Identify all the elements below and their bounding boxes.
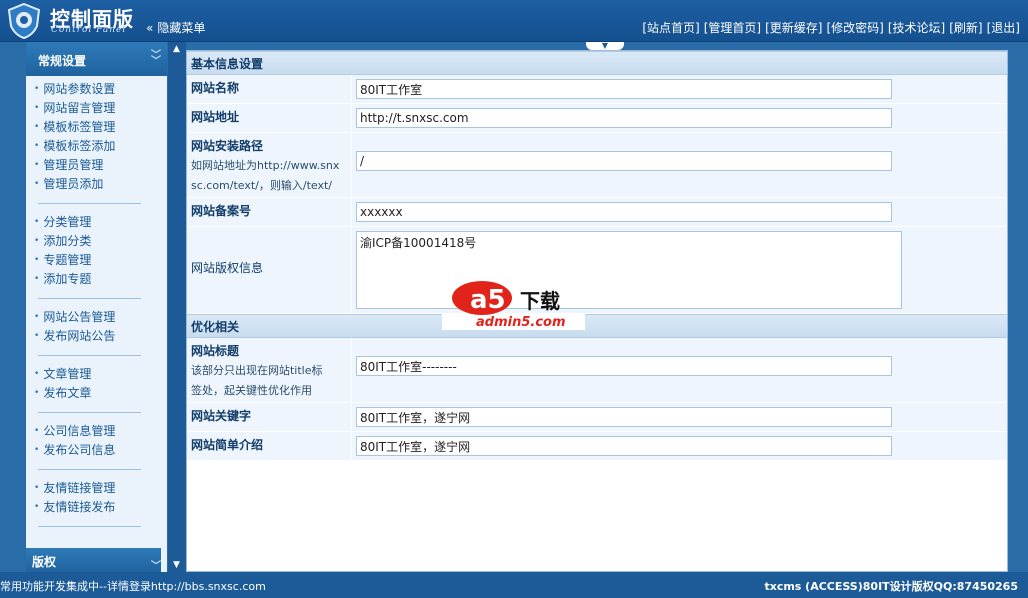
sidebar-item-template-tags[interactable]: 模板标签管理	[34, 118, 167, 137]
seo-title-note-line-2: 签处，起关键性优化作用	[191, 384, 312, 397]
row-description: 网站简单介绍	[187, 432, 1007, 461]
scroll-down-icon[interactable]: ▼	[173, 560, 180, 570]
sidebar-item-company-info[interactable]: 公司信息管理	[34, 422, 167, 441]
install-path-note-line-2: sc.com/text/，则输入/text/	[191, 179, 333, 192]
link-change-password[interactable]: [修改密码]	[827, 19, 884, 36]
site-name-input[interactable]	[356, 79, 892, 99]
link-refresh[interactable]: [刷新]	[949, 19, 982, 36]
sidebar-panel: 常规设置 ﹀﹀ 网站参数设置 网站留言管理 模板标签管理 模板标签添加 管理员管…	[26, 42, 167, 572]
sidebar-scrollbar[interactable]: ▲ ▼	[168, 42, 186, 572]
keywords-input[interactable]	[356, 407, 892, 427]
seo-title-note-line-1: 该部分只出现在网站title标	[191, 364, 323, 377]
sidebar-copyright-heading[interactable]: 版权 ﹀	[26, 548, 161, 572]
double-chevron-down-icon: ﹀ ﹀	[151, 50, 161, 67]
site-url-label: 网站地址	[191, 110, 240, 124]
header-bar: 控制面版 Control Panel «隐藏菜单 [站点首页] [管理首页] […	[0, 0, 1028, 42]
collapse-header-button[interactable]: ▼	[586, 42, 624, 50]
section-basic-info: 基本信息设置	[187, 51, 1007, 75]
app-subtitle: Control Panel	[51, 25, 127, 35]
sidebar-item-friend-links[interactable]: 友情链接管理	[34, 479, 167, 498]
a5-watermark-logo: a5 下载 admin5.com	[442, 276, 585, 330]
divider	[38, 526, 141, 527]
scroll-up-icon[interactable]: ▲	[173, 44, 180, 54]
settings-form: 基本信息设置 网站名称 网站地址 网站安装路径 如网站地址为http://www…	[186, 50, 1008, 572]
sidebar-item-topics[interactable]: 专题管理	[34, 251, 167, 270]
site-url-input[interactable]	[356, 108, 892, 128]
description-input[interactable]	[356, 436, 892, 456]
sidebar-item-post-friend-link[interactable]: 友情链接发布	[34, 498, 167, 517]
sidebar-item-announcements[interactable]: 网站公告管理	[34, 308, 167, 327]
row-install-path: 网站安装路径 如网站地址为http://www.snx sc.com/text/…	[187, 133, 1007, 198]
row-icp: 网站备案号	[187, 198, 1007, 227]
divider	[38, 355, 141, 356]
footer-notice: 常用功能开发集成中--详情登录http://bbs.snxsc.com	[0, 580, 266, 593]
divider	[38, 203, 141, 204]
divider	[38, 298, 141, 299]
row-copyright: 网站版权信息 渝ICP备10001418号	[187, 227, 1007, 314]
svg-text:下载: 下载	[520, 289, 560, 313]
sidebar-item-categories[interactable]: 分类管理	[34, 213, 167, 232]
row-seo-title: 网站标题 该部分只出现在网站title标 签处，起关键性优化作用	[187, 338, 1007, 403]
install-path-label: 网站安装路径	[191, 139, 264, 153]
link-site-home[interactable]: [站点首页]	[642, 19, 699, 36]
divider	[38, 469, 141, 470]
description-label: 网站简单介绍	[191, 438, 264, 452]
install-path-input[interactable]	[356, 151, 892, 171]
top-links: [站点首页] [管理首页] [更新缓存] [修改密码] [技术论坛] [刷新] …	[642, 19, 1020, 36]
sidebar-item-post-company-info[interactable]: 发布公司信息	[34, 441, 167, 460]
svg-text:a5: a5	[470, 285, 506, 315]
row-site-name: 网站名称	[187, 75, 1007, 104]
copyright-textarea[interactable]: 渝ICP备10001418号	[356, 231, 902, 309]
link-update-cache[interactable]: [更新缓存]	[765, 19, 822, 36]
chevron-down-icon: ▼	[601, 41, 609, 50]
site-name-label: 网站名称	[191, 81, 240, 95]
double-chevron-left-icon: «	[146, 21, 154, 35]
sidebar-copyright-label: 版权	[32, 555, 57, 569]
sidebar-heading[interactable]: 常规设置 ﹀ ﹀	[26, 42, 167, 76]
chevron-down-icon: ﹀	[151, 561, 161, 572]
footer-bar: 常用功能开发集成中--详情登录http://bbs.snxsc.com txcm…	[0, 572, 1028, 598]
sidebar-item-guestbook[interactable]: 网站留言管理	[34, 99, 167, 118]
section-seo: 优化相关	[187, 314, 1007, 338]
copyright-label: 网站版权信息	[191, 261, 264, 275]
sidebar-item-site-params[interactable]: 网站参数设置	[34, 80, 167, 99]
sidebar-item-post-article[interactable]: 发布文章	[34, 384, 167, 403]
sidebar-item-add-category[interactable]: 添加分类	[34, 232, 167, 251]
seo-title-label: 网站标题	[191, 344, 240, 358]
keywords-label: 网站关键字	[191, 409, 252, 423]
sidebar-item-add-admin[interactable]: 管理员添加	[34, 175, 167, 194]
icp-input[interactable]	[356, 202, 892, 222]
install-path-note-line-1: 如网站地址为http://www.snx	[191, 159, 340, 172]
hide-menu-label: 隐藏菜单	[157, 21, 206, 35]
footer-copyright: txcms (ACCESS)80IT设计版权QQ:87450265	[764, 580, 1018, 593]
icp-label: 网站备案号	[191, 204, 252, 218]
hide-menu-button[interactable]: «隐藏菜单	[146, 19, 205, 36]
sidebar-item-add-topic[interactable]: 添加专题	[34, 270, 167, 289]
shield-logo-icon	[6, 2, 42, 40]
link-logout[interactable]: [退出]	[987, 19, 1020, 36]
sidebar-item-admins[interactable]: 管理员管理	[34, 156, 167, 175]
row-site-url: 网站地址	[187, 104, 1007, 133]
sidebar-menu: 网站参数设置 网站留言管理 模板标签管理 模板标签添加 管理员管理 管理员添加 …	[26, 76, 167, 527]
row-keywords: 网站关键字	[187, 403, 1007, 432]
sidebar-item-add-template-tag[interactable]: 模板标签添加	[34, 137, 167, 156]
link-forum[interactable]: [技术论坛]	[888, 19, 945, 36]
svg-text:admin5.com: admin5.com	[476, 315, 566, 330]
sidebar-item-articles[interactable]: 文章管理	[34, 365, 167, 384]
sidebar: 常规设置 ﹀﹀ 网站参数设置 网站留言管理 模板标签管理 模板标签添加 管理员管…	[0, 42, 168, 572]
sidebar-heading-label: 常规设置	[38, 54, 87, 68]
sidebar-item-post-announcement[interactable]: 发布网站公告	[34, 327, 167, 346]
link-admin-home[interactable]: [管理首页]	[704, 19, 761, 36]
seo-title-input[interactable]	[356, 356, 892, 376]
divider	[38, 412, 141, 413]
